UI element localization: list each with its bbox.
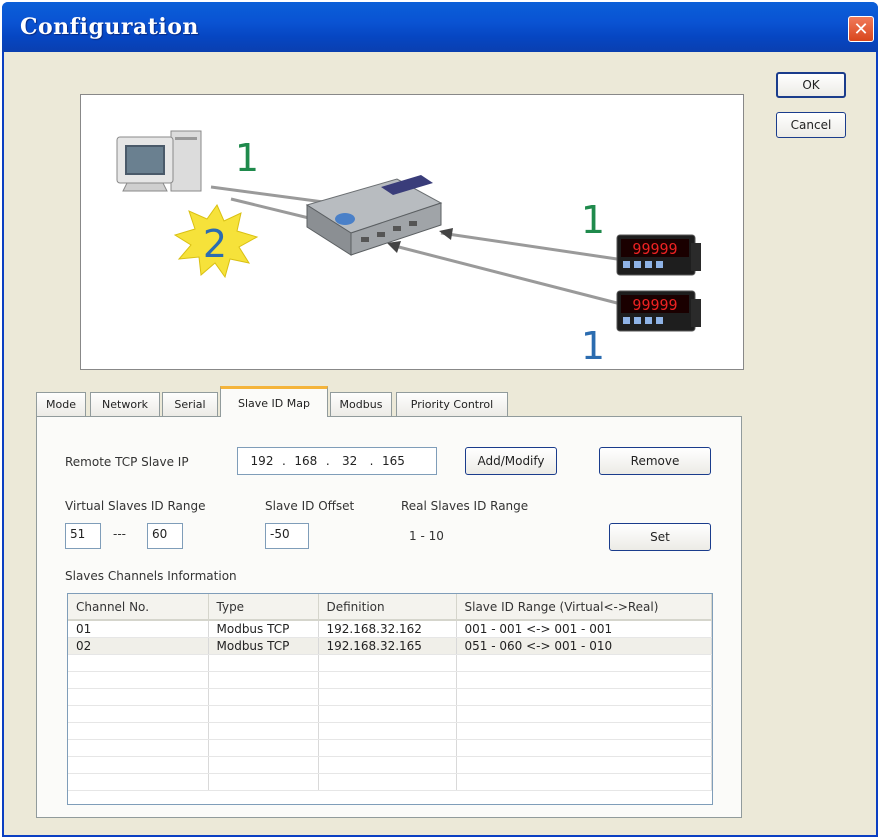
virtual-range-label: Virtual Slaves ID Range	[65, 499, 206, 513]
close-icon: ✕	[853, 18, 869, 40]
ip-octet-3[interactable]: 32	[330, 454, 370, 468]
tab-serial[interactable]: Serial	[162, 392, 218, 416]
network-diagram: 2 1 99999 1 99999 1	[80, 94, 744, 370]
slave-id-map-panel: Remote TCP Slave IP 192 . 168 . 32 . 165…	[36, 416, 742, 818]
ip-octet-1[interactable]: 192	[242, 454, 282, 468]
cell-channel: 02	[68, 637, 209, 655]
table-row[interactable]: 02 Modbus TCP 192.168.32.165 051 - 060 <…	[68, 637, 712, 655]
col-type[interactable]: Type	[208, 594, 319, 621]
cell-range: 051 - 060 <-> 001 - 010	[456, 637, 712, 655]
panel-meter-1-icon: 99999	[616, 234, 701, 276]
empty-row	[68, 688, 712, 706]
remote-ip-label: Remote TCP Slave IP	[65, 455, 189, 469]
empty-row	[68, 654, 712, 672]
configuration-dialog: Configuration ✕ OK Cancel 2 1 99999 1 99…	[2, 2, 878, 837]
add-modify-button[interactable]: Add/Modify	[465, 447, 557, 475]
link-pc-gateway-2	[230, 197, 314, 221]
offset-label: Slave ID Offset	[265, 499, 355, 513]
tab-modbus[interactable]: Modbus	[330, 392, 392, 416]
link-pc-gateway	[210, 185, 332, 205]
real-range-value: 1 - 10	[409, 529, 444, 543]
cancel-button[interactable]: Cancel	[776, 112, 846, 138]
tab-mode[interactable]: Mode	[36, 392, 86, 416]
range-separator: ---	[113, 527, 126, 541]
ip-octet-4[interactable]: 165	[373, 454, 413, 468]
remove-button[interactable]: Remove	[599, 447, 711, 475]
panel-meter-2-icon: 99999	[616, 290, 701, 332]
cell-type: Modbus TCP	[208, 620, 319, 638]
empty-row	[68, 739, 712, 757]
meter-1-readout: 99999	[632, 240, 677, 258]
tab-slave-id-map[interactable]: Slave ID Map	[220, 386, 328, 417]
empty-row	[68, 756, 712, 774]
col-slave-id-range[interactable]: Slave ID Range (Virtual<->Real)	[456, 594, 712, 621]
empty-row	[68, 773, 712, 791]
channels-info-label: Slaves Channels Information	[65, 569, 237, 583]
ok-button[interactable]: OK	[776, 72, 846, 98]
cell-channel: 01	[68, 620, 209, 638]
channels-table[interactable]: Channel No. Type Definition Slave ID Ran…	[67, 593, 713, 805]
step-label-2: 2	[203, 222, 227, 266]
real-range-label: Real Slaves ID Range	[401, 499, 529, 513]
step-label-1-bottom: 1	[581, 324, 605, 368]
col-definition[interactable]: Definition	[318, 594, 457, 621]
offset-input[interactable]: -50	[265, 523, 309, 549]
set-button[interactable]: Set	[609, 523, 711, 551]
ip-octet-2[interactable]: 168	[286, 454, 326, 468]
table-header-row: Channel No. Type Definition Slave ID Ran…	[68, 594, 712, 621]
empty-row	[68, 705, 712, 723]
tab-priority-control[interactable]: Priority Control	[396, 392, 508, 416]
col-channel-no[interactable]: Channel No.	[68, 594, 209, 621]
virtual-from-input[interactable]: 51	[65, 523, 101, 549]
cell-definition: 192.168.32.165	[318, 637, 457, 655]
cell-definition: 192.168.32.162	[318, 620, 457, 638]
tab-network[interactable]: Network	[90, 392, 160, 416]
meter-2-readout: 99999	[632, 296, 677, 314]
close-button[interactable]: ✕	[848, 16, 874, 42]
step-label-1: 1	[235, 136, 259, 180]
table-row[interactable]: 01 Modbus TCP 192.168.32.162 001 - 001 <…	[68, 620, 712, 638]
remote-ip-field[interactable]: 192 . 168 . 32 . 165	[237, 447, 437, 475]
empty-row	[68, 671, 712, 689]
step-label-1-meter: 1	[581, 198, 605, 242]
gateway-device-icon	[305, 175, 443, 256]
virtual-to-input[interactable]: 60	[147, 523, 183, 549]
diagram-svg: 2 1 99999 1 99999 1	[116, 130, 701, 368]
cell-type: Modbus TCP	[208, 637, 319, 655]
title-bar[interactable]: Configuration ✕	[2, 2, 878, 52]
window-title: Configuration	[20, 14, 199, 40]
computer-icon	[116, 130, 202, 192]
empty-row	[68, 722, 712, 740]
cell-range: 001 - 001 <-> 001 - 001	[456, 620, 712, 638]
